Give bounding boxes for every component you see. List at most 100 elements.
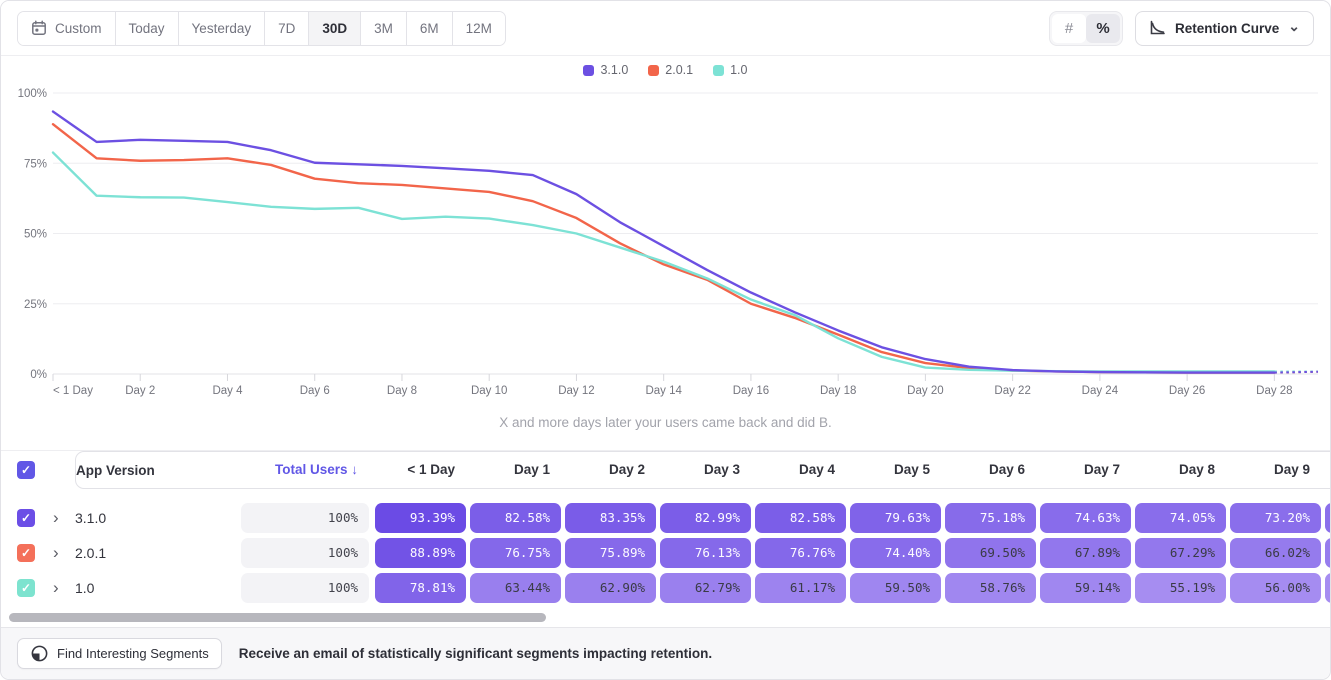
chart-type-label: Retention Curve [1175,21,1279,36]
retention-cell[interactable]: 56.00% [1230,573,1321,603]
retention-cell[interactable]: 58.76% [945,573,1036,603]
retention-cell[interactable]: 74.63% [1040,503,1131,533]
retention-cell[interactable]: 93.39% [375,503,466,533]
retention-cell[interactable]: 55.19% [1135,573,1226,603]
column-header-total-users[interactable]: Total Users ↓ [241,451,369,489]
column-header-day-7[interactable]: Day 7 [1040,451,1131,489]
retention-cell[interactable]: 61.17% [755,573,846,603]
x-tick-label: Day 10 [471,385,507,397]
column-header-day-3[interactable]: Day 3 [660,451,751,489]
find-interesting-segments-button[interactable]: Find Interesting Segments [17,638,222,669]
range-label: 30D [322,21,347,36]
column-header-day-8[interactable]: Day 8 [1135,451,1226,489]
range-button-custom[interactable]: Custom [18,12,116,45]
x-tick-label: Day 4 [212,385,243,397]
column-header-day-2[interactable]: Day 2 [565,451,656,489]
retention-cell[interactable]: 83.35% [565,503,656,533]
y-tick-label: 50% [24,229,47,241]
retention-cell[interactable]: 75.18% [945,503,1036,533]
x-tick-label: Day 20 [907,385,943,397]
row-checkbox-3.1.0[interactable]: ✓ [17,509,35,527]
row-expand-chevron-icon[interactable]: › [53,508,59,528]
column-header-day-1[interactable]: Day 1 [470,451,561,489]
absolute-numbers-toggle[interactable]: # [1052,14,1086,43]
y-tick-label: 100% [18,88,47,100]
retention-cell[interactable]: 82.99% [660,503,751,533]
retention-cell-clipped[interactable] [1325,538,1331,568]
table-row-1.0: ✓›1.0100%78.81%63.44%62.90%62.79%61.17%5… [1,571,1330,606]
retention-cell[interactable]: 63.44% [470,573,561,603]
total-users-cell: 100% [241,503,369,533]
retention-cell[interactable]: 74.05% [1135,503,1226,533]
retention-cell[interactable]: 67.29% [1135,538,1226,568]
total-users-cell: 100% [241,573,369,603]
table-rows: ✓›3.1.0100%93.39%82.58%83.35%82.99%82.58… [1,501,1330,606]
retention-cell[interactable]: 75.89% [565,538,656,568]
retention-cell[interactable]: 69.50% [945,538,1036,568]
retention-cell[interactable]: 62.90% [565,573,656,603]
retention-cell[interactable]: 88.89% [375,538,466,568]
y-tick-label: 25% [24,299,47,311]
toolbar-right: #% Retention Curve ⌄ [1049,11,1314,46]
chevron-down-icon: ⌄ [1288,18,1300,35]
series-line-2.0.1[interactable] [53,124,1274,372]
retention-cell[interactable]: 62.79% [660,573,751,603]
series-line-dashed-tail-3.1.0 [1274,372,1318,373]
segments-button-label: Find Interesting Segments [57,646,209,661]
retention-line-chart[interactable]: 0%25%50%75%100%< 1 DayDay 2Day 4Day 6Day… [1,57,1331,403]
row-expand-chevron-icon[interactable]: › [53,543,59,563]
horizontal-scrollbar-thumb[interactable] [9,613,546,622]
percentage-toggle[interactable]: % [1086,14,1120,43]
chart-type-dropdown[interactable]: Retention Curve ⌄ [1135,11,1314,46]
x-tick-label: Day 14 [645,385,682,397]
range-button-3m[interactable]: 3M [361,12,407,45]
range-button-today[interactable]: Today [116,12,179,45]
range-button-7d[interactable]: 7D [265,12,309,45]
series-line-1.0[interactable] [53,153,1274,372]
row-checkbox-2.0.1[interactable]: ✓ [17,544,35,562]
column-header-day-5[interactable]: Day 5 [850,451,941,489]
retention-cell[interactable]: 82.58% [470,503,561,533]
retention-cell[interactable]: 76.75% [470,538,561,568]
retention-cell[interactable]: 73.20% [1230,503,1321,533]
retention-cell[interactable]: 76.13% [660,538,751,568]
x-tick-label: Day 18 [820,385,856,397]
select-all-checkbox[interactable]: ✓ [17,461,35,479]
x-tick-label: < 1 Day [53,385,93,397]
range-label: 12M [466,21,492,36]
retention-cell[interactable]: 78.81% [375,573,466,603]
range-label: 3M [374,21,393,36]
x-tick-label: Day 22 [994,385,1030,397]
x-tick-label: Day 6 [300,385,330,397]
range-label: Yesterday [192,21,252,36]
retention-curve-icon [1149,20,1166,36]
retention-cell[interactable]: 67.89% [1040,538,1131,568]
retention-cell[interactable]: 82.58% [755,503,846,533]
retention-cell-clipped[interactable] [1325,573,1331,603]
table-header: ✓ App VersionTotal Users ↓< 1 DayDay 1Da… [1,450,1330,488]
app-version-label: 1.0 [75,571,94,606]
range-label: Today [129,21,165,36]
column-header-day-9[interactable]: Day 9 [1230,451,1321,489]
x-tick-label: Day 24 [1082,385,1119,397]
retention-cell[interactable]: 76.76% [755,538,846,568]
row-checkbox-1.0[interactable]: ✓ [17,579,35,597]
retention-cell[interactable]: 66.02% [1230,538,1321,568]
app-version-label: 2.0.1 [75,536,106,571]
x-tick-label: Day 12 [558,385,594,397]
range-button-30d[interactable]: 30D [309,12,361,45]
retention-cell[interactable]: 74.40% [850,538,941,568]
segments-icon [30,644,49,663]
range-button-yesterday[interactable]: Yesterday [179,12,266,45]
range-button-12m[interactable]: 12M [453,12,505,45]
range-button-6m[interactable]: 6M [407,12,453,45]
column-header-day-6[interactable]: Day 6 [945,451,1036,489]
retention-cell[interactable]: 59.14% [1040,573,1131,603]
retention-cell-clipped[interactable] [1325,503,1331,533]
column-header-day-4[interactable]: Day 4 [755,451,846,489]
retention-cell[interactable]: 79.63% [850,503,941,533]
series-line-3.1.0[interactable] [53,112,1274,373]
retention-cell[interactable]: 59.50% [850,573,941,603]
row-expand-chevron-icon[interactable]: › [53,578,59,598]
column-header--1-day[interactable]: < 1 Day [375,451,466,489]
